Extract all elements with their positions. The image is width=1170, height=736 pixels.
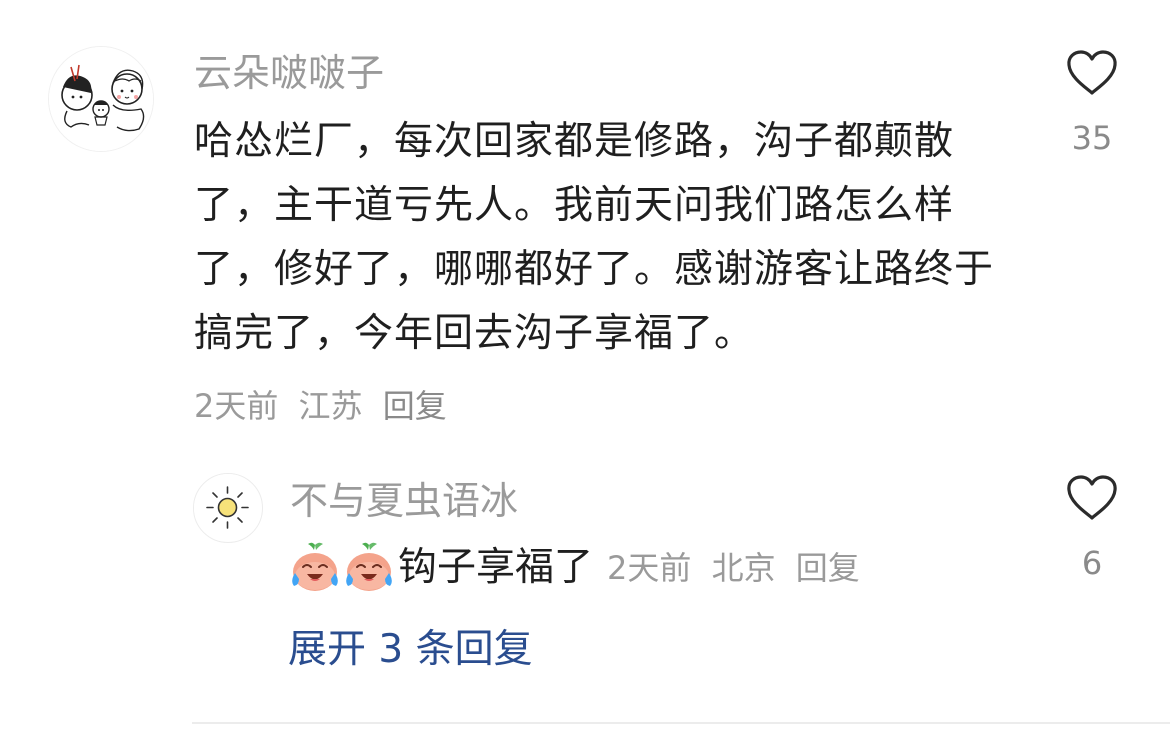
divider [192,722,1170,724]
doodle-avatar-icon [49,47,153,151]
crying-laughing-peach-emoji-icon [346,542,392,591]
crying-laughing-peach-emoji-icon [292,542,338,591]
reply-like-count: 6 [1081,544,1103,582]
comment-meta: 2天前 江苏 回复 [194,384,457,428]
comment-text: 哈怂烂厂，每次回家都是修路，沟子都颠散了，主干道亏先人。我前天问我们路怎么样了，… [194,119,995,356]
heart-icon [1067,50,1117,95]
reply-text: 钩子享福了 [398,545,594,590]
reply-reply-button[interactable]: 回复 [796,549,860,587]
reply-like-button[interactable]: 6 [1057,475,1127,583]
comment-username[interactable]: 云朵啵啵子 [194,49,384,97]
reply-content: 钩子享福了 2天前 北京 回复 [288,540,870,596]
comment-like-button[interactable]: 35 [1057,50,1127,158]
reply-time: 2天前 [607,549,692,587]
sun-avatar-icon [194,474,261,541]
comment-time: 2天前 [194,387,279,425]
comment-reply-button[interactable]: 回复 [383,387,447,425]
reply-user-avatar[interactable] [193,473,263,543]
reply-meta: 2天前 北京 回复 [607,540,870,596]
user-avatar[interactable] [48,46,154,152]
expand-replies-button[interactable]: 展开 3 条回复 [288,622,533,678]
reply-location: 北京 [711,549,776,587]
heart-icon [1067,475,1117,520]
comment-like-count: 35 [1071,119,1113,157]
comment-location: 江苏 [298,387,363,425]
reply-username[interactable]: 不与夏虫语冰 [290,477,518,525]
